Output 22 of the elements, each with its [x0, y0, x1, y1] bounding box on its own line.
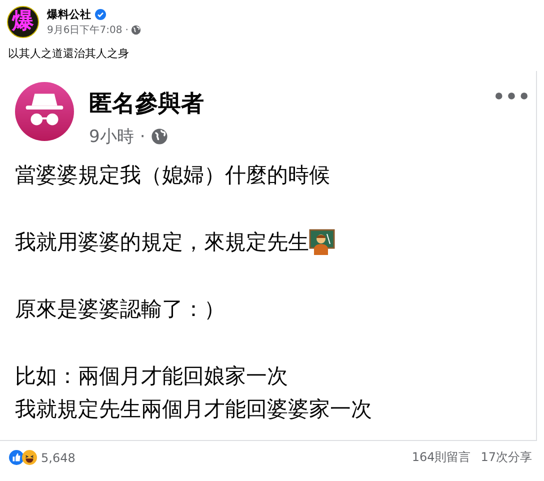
post-text-line: 原來是婆婆認輸了：）	[15, 296, 225, 322]
globe-icon	[151, 128, 168, 145]
page-name[interactable]: 爆料公社	[47, 7, 91, 22]
post-text-line: 我就規定先生兩個月才能回婆婆家一次	[15, 396, 372, 422]
post-caption: 以其人之道還治其人之身	[7, 46, 130, 62]
share-count[interactable]: 17次分享	[480, 449, 532, 466]
post-text-line: 我就用婆婆的規定，來規定先生	[15, 228, 309, 256]
globe-icon	[131, 25, 142, 35]
post-time: 9小時	[89, 126, 134, 148]
like-icon	[9, 450, 24, 465]
separator-dot: ·	[140, 126, 146, 146]
page-avatar[interactable]: 爆	[7, 6, 39, 38]
comment-count[interactable]: 164則留言	[412, 449, 471, 466]
post-text-line: 當婆婆規定我（媳婦）什麼的時候	[15, 162, 330, 188]
post-time[interactable]: 9月6日下午7:08	[47, 23, 122, 37]
reaction-count[interactable]: 5,648	[41, 450, 76, 464]
post-text-line: 比如：兩個月才能回娘家一次	[15, 362, 288, 390]
incognito-avatar-icon	[15, 82, 74, 141]
laughing-face-icon	[22, 450, 37, 465]
author-name: 匿名參與者	[89, 90, 205, 119]
more-icon	[495, 92, 528, 100]
separator-dot: ·	[125, 24, 128, 36]
